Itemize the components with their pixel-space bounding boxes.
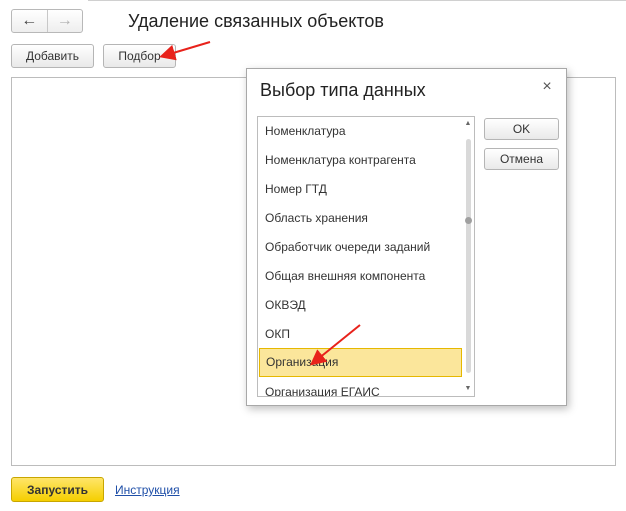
arrow-left-icon: ← bbox=[21, 12, 38, 29]
list-scrollbar[interactable]: ▲ ▼ bbox=[462, 117, 474, 396]
instruction-link[interactable]: Инструкция bbox=[115, 483, 180, 497]
navigation-buttons: ← → bbox=[11, 9, 83, 33]
list-item[interactable]: ОКП bbox=[258, 320, 462, 349]
list-item[interactable]: Обработчик очереди заданий bbox=[258, 233, 462, 262]
cancel-button[interactable]: Отмена bbox=[484, 148, 559, 170]
header-divider bbox=[88, 0, 626, 1]
dialog-title: Выбор типа данных bbox=[260, 80, 426, 100]
scroll-track[interactable] bbox=[466, 139, 471, 373]
list-item[interactable]: Номенклатура bbox=[258, 117, 462, 146]
scroll-thumb[interactable] bbox=[465, 217, 472, 224]
page-title: Удаление связанных объектов bbox=[128, 11, 384, 31]
list-item[interactable]: Номер ГТД bbox=[258, 175, 462, 204]
list-item[interactable]: Область хранения bbox=[258, 204, 462, 233]
list-item[interactable]: ОКВЭД bbox=[258, 291, 462, 320]
list-item-selected[interactable]: Организация bbox=[259, 348, 462, 377]
forward-button[interactable]: → bbox=[48, 10, 83, 32]
add-button[interactable]: Добавить bbox=[11, 44, 94, 68]
arrow-right-icon: → bbox=[56, 12, 73, 29]
list-item[interactable]: Общая внешняя компонента bbox=[258, 262, 462, 291]
run-button[interactable]: Запустить bbox=[11, 477, 104, 502]
chevron-down-icon[interactable]: ▼ bbox=[464, 385, 472, 393]
pick-button[interactable]: Подбор bbox=[103, 44, 176, 68]
data-type-list[interactable]: Организация ЕГАИС Организация ОКП ОКВЭД Обща… bbox=[257, 116, 475, 397]
close-icon[interactable]: × bbox=[540, 79, 554, 95]
back-button[interactable]: ← bbox=[12, 10, 48, 32]
list-item[interactable]: Номенклатура контрагента bbox=[258, 146, 462, 175]
data-type-dialog: Выбор типа данных × Организация ЕГАИС Орг… bbox=[246, 68, 567, 406]
ok-button[interactable]: OK bbox=[484, 118, 559, 140]
chevron-up-icon[interactable]: ▲ bbox=[464, 120, 472, 128]
list-item[interactable]: Организация ЕГАИС bbox=[258, 378, 462, 396]
